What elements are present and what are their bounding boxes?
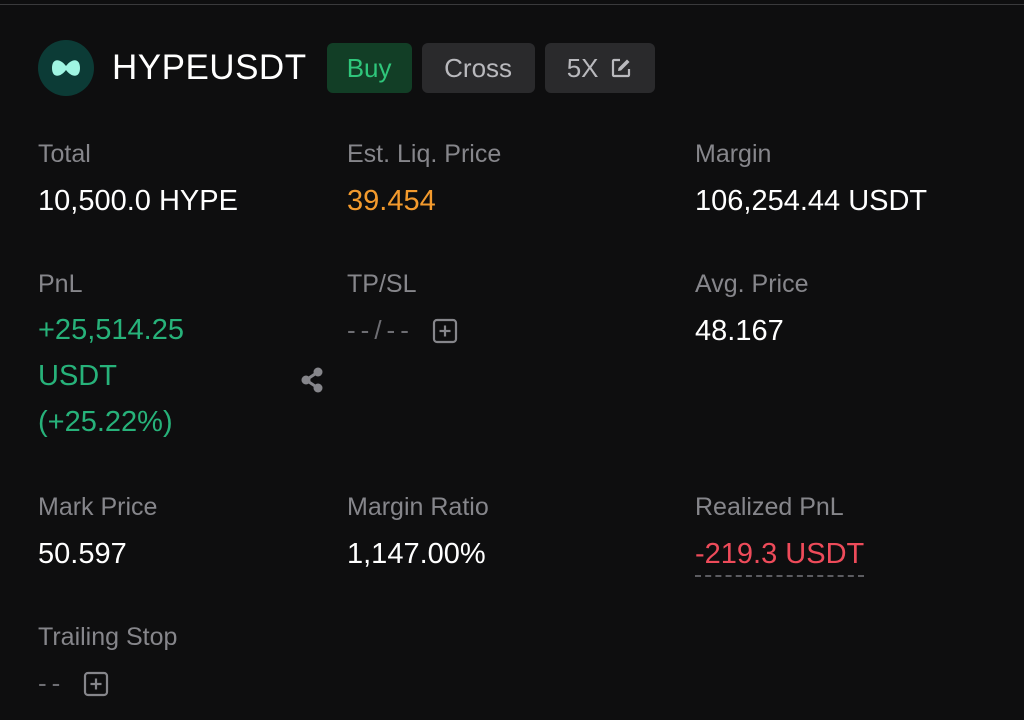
field-realized-pnl: Realized PnL -219.3 USDT xyxy=(695,493,865,577)
tpsl-row: --/-- xyxy=(347,315,458,346)
field-mark-price: Mark Price 50.597 xyxy=(38,493,157,571)
position-header: HYPEUSDT Buy Cross 5X xyxy=(38,40,665,96)
trailing-stop-row: -- xyxy=(38,668,177,699)
margin-mode-button[interactable]: Cross xyxy=(421,43,535,93)
side-badge: Buy xyxy=(326,43,412,93)
field-est-liq-price: Est. Liq. Price 39.454 xyxy=(347,140,501,218)
plus-square-icon[interactable] xyxy=(83,671,109,697)
margin-label: Margin xyxy=(695,140,772,168)
field-margin: Margin 106,254.44 USDT xyxy=(695,140,927,218)
top-divider xyxy=(0,4,1024,5)
pnl-value: +25,514.25 USDT (+25.22%) xyxy=(38,307,184,445)
mark-price-label: Mark Price xyxy=(38,493,158,521)
plus-square-icon[interactable] xyxy=(432,318,458,344)
tpsl-label: TP/SL xyxy=(347,270,417,298)
field-avg-price: Avg. Price 48.167 xyxy=(695,270,808,348)
realized-pnl-label: Realized PnL xyxy=(695,493,844,521)
realized-pnl-value[interactable]: -219.3 USDT xyxy=(695,538,865,577)
leverage-button[interactable]: 5X xyxy=(544,43,655,93)
mark-price-value: 50.597 xyxy=(38,538,127,570)
margin-value: 106,254.44 USDT xyxy=(695,185,928,217)
field-margin-ratio: Margin Ratio 1,147.00% xyxy=(347,493,489,571)
field-tpsl: TP/SL --/-- xyxy=(347,270,458,346)
trailing-stop-label: Trailing Stop xyxy=(38,623,178,651)
pnl-label: PnL xyxy=(38,270,83,298)
field-trailing-stop: Trailing Stop -- xyxy=(38,623,177,699)
edit-icon xyxy=(609,56,633,80)
tpsl-value: --/-- xyxy=(347,315,414,345)
est-liq-price-value: 39.454 xyxy=(347,185,436,217)
avg-price-value: 48.167 xyxy=(695,315,784,347)
hype-logo-icon xyxy=(38,40,94,96)
pnl-unit: USDT xyxy=(38,360,117,392)
leverage-value: 5X xyxy=(566,52,599,83)
pnl-percent: (+25.22%) xyxy=(38,406,173,438)
share-icon[interactable] xyxy=(298,366,326,399)
avg-price-label: Avg. Price xyxy=(695,270,809,298)
est-liq-price-label: Est. Liq. Price xyxy=(347,140,502,168)
total-label: Total xyxy=(38,140,91,168)
field-total: Total 10,500.0 HYPE xyxy=(38,140,238,218)
total-value: 10,500.0 HYPE xyxy=(38,185,238,217)
margin-ratio-label: Margin Ratio xyxy=(347,493,489,521)
pair-symbol: HYPEUSDT xyxy=(112,48,307,87)
realized-pnl-amount[interactable]: -219.3 USDT xyxy=(695,538,865,577)
margin-ratio-value: 1,147.00% xyxy=(347,538,486,570)
position-card: HYPEUSDT Buy Cross 5X Total 10,500.0 HYP… xyxy=(0,0,1024,720)
pnl-amount: +25,514.25 xyxy=(38,314,184,346)
trailing-stop-value: -- xyxy=(38,668,66,698)
field-pnl: PnL +25,514.25 USDT (+25.22%) xyxy=(38,270,184,445)
